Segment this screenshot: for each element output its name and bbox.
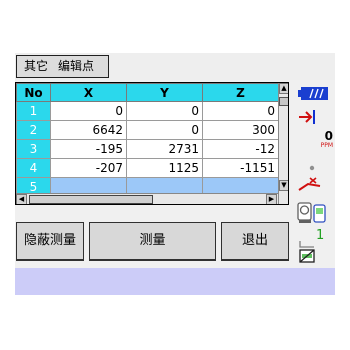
column-header-z[interactable]: Z [202,83,279,102]
menu-item-edit-point[interactable]: 编辑点 [58,59,94,73]
vertical-scroll-thumb[interactable] [279,97,288,106]
cell-x[interactable]: -207 [50,158,127,178]
cell-z[interactable]: 0 [202,101,279,121]
cell-x[interactable]: -195 [50,139,127,159]
row-number: 1 [16,101,51,121]
menu-tab[interactable]: 其它 编辑点 [16,55,109,78]
cell-y[interactable]: 1125 [126,158,203,178]
hidden-point-measure-button[interactable]: 隐蔽测量 [16,222,84,261]
cell-z[interactable]: 300 [202,120,279,140]
bottom-band [15,268,335,295]
cell-z[interactable]: -12 [202,139,279,159]
instrument-device-icon[interactable] [296,200,328,230]
row-number: 4 [16,158,51,178]
scroll-left-arrow-icon[interactable]: ◀ [16,194,27,204]
vertical-scrollbar[interactable]: ▲ ▼ [278,83,288,204]
table-row[interactable]: 2 6642 0 300 [16,120,279,140]
scroll-down-arrow-icon[interactable]: ▼ [279,180,288,191]
battery-icon [298,85,328,104]
cell-x[interactable]: 6642 [50,120,127,140]
target-reflector-icon[interactable] [298,109,318,129]
row-number: 2 [16,120,51,140]
scroll-right-arrow-icon[interactable]: ▶ [266,194,277,204]
cell-x[interactable]: 0 [50,101,127,121]
table-row[interactable]: 4 -207 1125 -1151 [16,158,279,178]
cell-y[interactable]: 0 [126,101,203,121]
point-table: No X Y Z 1 0 0 0 2 6642 0 300 3 -195 273… [15,82,289,205]
dot-indicator-icon [308,157,316,176]
ppm-value: 0 [324,129,333,143]
horizontal-scroll-thumb[interactable] [29,195,153,204]
scroll-up-arrow-icon[interactable]: ▲ [279,83,288,94]
horizontal-scrollbar[interactable]: ◀ ▶ [16,193,278,204]
table-row[interactable]: 1 0 0 0 [16,101,279,121]
status-panel: 0 PPM 1 [294,82,335,294]
column-header-no[interactable]: No [16,83,51,102]
mode-number: 1 [316,228,325,243]
table-header-row: No X Y Z [16,83,279,102]
compensator-off-icon[interactable] [299,248,315,267]
cell-z[interactable]: -1151 [202,158,279,178]
column-header-y[interactable]: Y [126,83,203,102]
laser-icon[interactable] [298,175,322,197]
ppm-label: PPM [320,142,333,149]
exit-button[interactable]: 退出 [221,222,289,261]
table-row[interactable]: 3 -195 2731 -12 [16,139,279,159]
row-number: 3 [16,139,51,159]
measure-button[interactable]: 测量 [89,222,216,261]
cell-y[interactable]: 0 [126,120,203,140]
column-header-x[interactable]: X [50,83,127,102]
app-window: 其它 编辑点 No X Y Z 1 0 0 0 2 6642 0 300 3 -… [15,53,335,295]
cell-y[interactable]: 2731 [126,139,203,159]
menu-bar: 其它 编辑点 [15,53,335,80]
menu-item-other[interactable]: 其它 [24,59,48,73]
